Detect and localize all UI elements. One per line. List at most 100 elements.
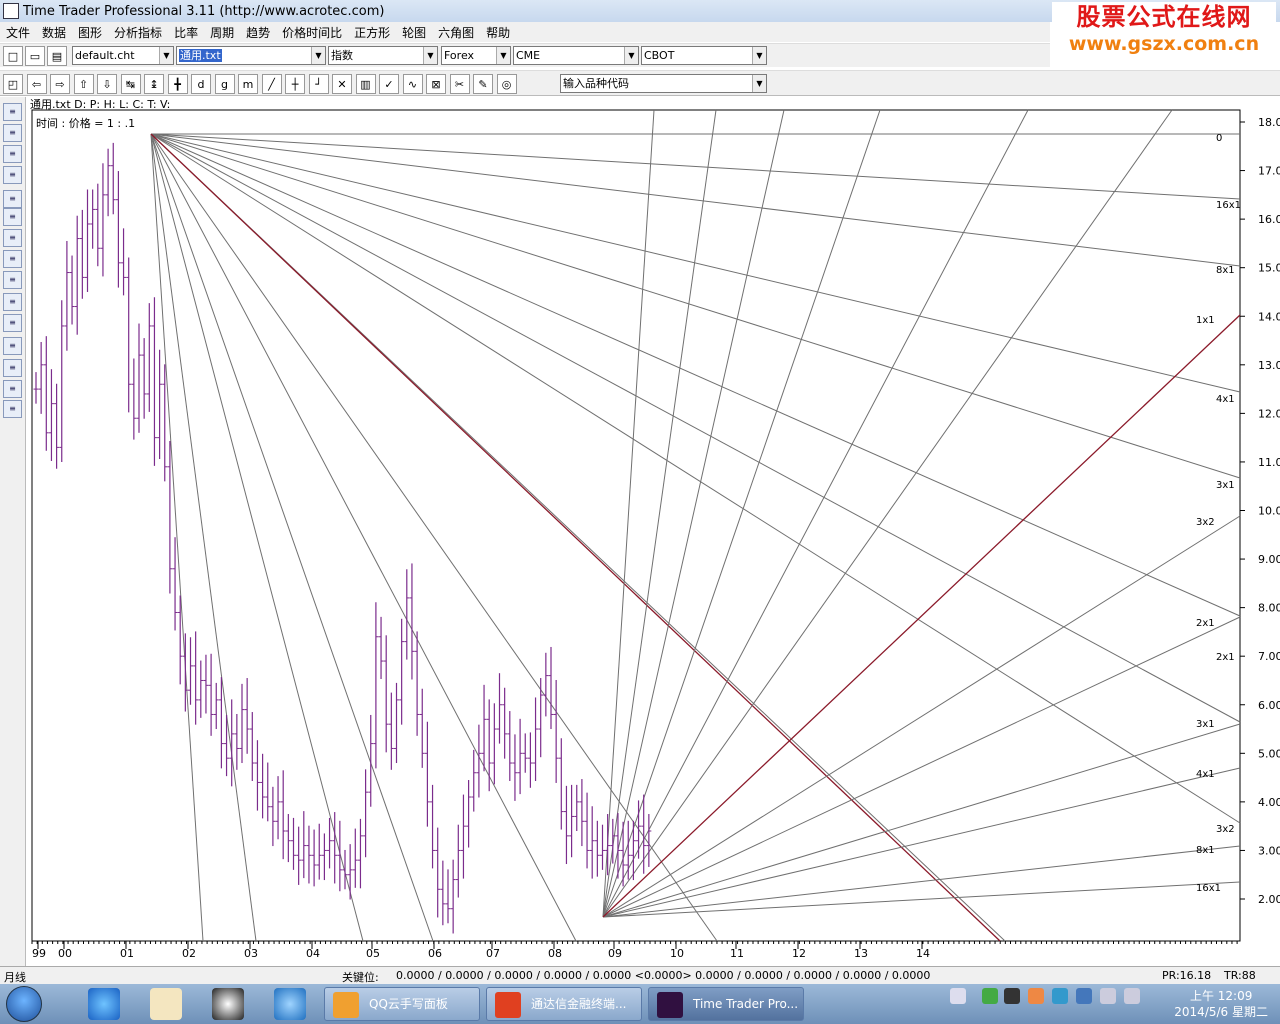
- market-combo-3[interactable]: CBOT ▼: [641, 46, 767, 65]
- menu-item-4[interactable]: 比率: [168, 24, 204, 41]
- data-combo[interactable]: 通用.txt ▼: [176, 46, 326, 65]
- y-tick-label: 5.00: [1258, 747, 1280, 760]
- network-globe-icon[interactable]: [982, 988, 998, 1004]
- cross-icon[interactable]: ✕: [332, 74, 352, 94]
- menu-item-3[interactable]: 分析指标: [108, 24, 168, 41]
- menu-item-8[interactable]: 正方形: [348, 24, 396, 41]
- open-folder-icon[interactable]: ▭: [25, 46, 45, 66]
- crosshair-icon[interactable]: ╋: [167, 74, 188, 94]
- x-tick-label: 04: [306, 947, 320, 960]
- qq-tray-icon[interactable]: [1004, 988, 1020, 1004]
- start-button[interactable]: [6, 986, 42, 1022]
- tool-frame3-icon[interactable]: ≡: [3, 400, 22, 418]
- menu-item-10[interactable]: 六角图: [432, 24, 480, 41]
- fan-label-top: 3x1: [1216, 480, 1235, 491]
- tool-list2-icon[interactable]: ≡: [3, 124, 22, 142]
- gann-fan-chart[interactable]: 18.00 17.00 16.00 15.00 14.00 13.00 12.00 11.00…: [28, 96, 1280, 968]
- task-qq-handwriting[interactable]: QQ云手写面板: [324, 987, 480, 1021]
- task-tongdaxin[interactable]: 通达信金融终端...: [486, 987, 642, 1021]
- task-time-trader[interactable]: Time Trader Pro...: [648, 987, 804, 1021]
- tool-bars1-icon[interactable]: ≡: [3, 208, 22, 226]
- type-combo-value: 指数: [331, 49, 353, 62]
- data-combo-value: 通用.txt: [179, 49, 222, 62]
- market-combo-2[interactable]: CME ▼: [513, 46, 639, 65]
- tool-frame2-icon[interactable]: ≡: [3, 380, 22, 398]
- tool-bars4-icon[interactable]: ≡: [3, 271, 22, 289]
- step-icon[interactable]: ┘: [308, 74, 329, 94]
- zoom-icon[interactable]: ◰: [3, 74, 23, 94]
- tool-list5-icon[interactable]: ≡: [3, 190, 22, 208]
- tool-list1-icon[interactable]: ≡: [3, 103, 22, 121]
- market-combo-1[interactable]: Forex ▼: [441, 46, 511, 65]
- vert-icon[interactable]: ┼: [285, 74, 305, 94]
- bar-icon[interactable]: ▥: [355, 74, 376, 94]
- m-icon[interactable]: m: [238, 74, 258, 94]
- tool-frame1-icon[interactable]: ≡: [3, 359, 22, 377]
- g-icon[interactable]: g: [214, 74, 235, 94]
- pen-icon[interactable]: ✎: [473, 74, 493, 94]
- chevron-down-icon[interactable]: ▼: [423, 47, 437, 64]
- left-toolbox: ≡ ≡ ≡ ≡ ≡ ≡ ≡ ≡ ≡ ≡ ≡ ≡ ≡ ≡ ≡: [0, 97, 26, 967]
- market-combo-2-value: CME: [516, 49, 541, 62]
- left-arrow-icon[interactable]: ⇦: [26, 74, 47, 94]
- erase-icon[interactable]: ✂: [449, 74, 470, 94]
- menu-item-2[interactable]: 图形: [72, 24, 108, 41]
- x-tick-label: 13: [854, 947, 868, 960]
- down-arrow-icon[interactable]: ⇩: [97, 74, 117, 94]
- tool-list4-icon[interactable]: ≡: [3, 166, 22, 184]
- expand-x-icon[interactable]: ↹: [120, 74, 141, 94]
- fan-label-top: 1x1: [1196, 315, 1215, 326]
- tool-bars2-icon[interactable]: ≡: [3, 229, 22, 247]
- system-clock[interactable]: 上午 12:09 2014/5/6 星期二: [1174, 988, 1268, 1020]
- gann-icon[interactable]: ⊠: [426, 74, 446, 94]
- new-file-icon[interactable]: □: [3, 46, 23, 66]
- defender-icon[interactable]: [1076, 988, 1092, 1004]
- chevron-down-icon[interactable]: ▼: [624, 47, 638, 64]
- paint-icon[interactable]: [150, 988, 182, 1020]
- menu-item-9[interactable]: 轮图: [396, 24, 432, 41]
- expand-y-icon[interactable]: ↨: [144, 74, 164, 94]
- tool-line1-icon[interactable]: ≡: [3, 293, 22, 311]
- check-icon[interactable]: ✓: [379, 74, 399, 94]
- display-icon[interactable]: [1100, 988, 1116, 1004]
- line-icon[interactable]: ╱: [261, 74, 282, 94]
- menu-item-6[interactable]: 趋势: [240, 24, 276, 41]
- chevron-down-icon[interactable]: ▼: [159, 47, 173, 64]
- chevron-down-icon[interactable]: ▼: [311, 47, 325, 64]
- market-combo-1-value: Forex: [444, 49, 475, 62]
- print-icon[interactable]: ▤: [47, 46, 67, 66]
- qq-penguin-icon[interactable]: [212, 988, 244, 1020]
- security-shield-icon[interactable]: [1052, 988, 1068, 1004]
- chevron-down-icon[interactable]: ▼: [752, 75, 766, 92]
- d-icon[interactable]: d: [191, 74, 211, 94]
- up-arrow-icon[interactable]: ⇧: [73, 74, 94, 94]
- menu-item-0[interactable]: 文件: [0, 24, 36, 41]
- volume-icon[interactable]: [1124, 988, 1140, 1004]
- menu-item-7[interactable]: 价格时间比: [276, 24, 348, 41]
- x-tick-label: 00: [58, 947, 72, 960]
- file-combo[interactable]: default.cht ▼: [72, 46, 174, 65]
- type-combo[interactable]: 指数 ▼: [328, 46, 438, 65]
- tool-line2-icon[interactable]: ≡: [3, 314, 22, 332]
- browser-tray-icon[interactable]: [1028, 988, 1044, 1004]
- chart-area[interactable]: 18.00 17.00 16.00 15.00 14.00 13.00 12.00 11.00…: [28, 96, 1280, 968]
- x-tick-label: 12: [792, 947, 806, 960]
- tool-bars3-icon[interactable]: ≡: [3, 250, 22, 268]
- menu-item-5[interactable]: 周期: [204, 24, 240, 41]
- ie-icon[interactable]: [88, 988, 120, 1020]
- menu-item-11[interactable]: 帮助: [480, 24, 516, 41]
- tool-list3-icon[interactable]: ≡: [3, 145, 22, 163]
- symbol-combo[interactable]: 输入品种代码 ▼: [560, 74, 767, 93]
- right-arrow-icon[interactable]: ⇨: [50, 74, 70, 94]
- cycle-icon[interactable]: ◎: [496, 74, 517, 94]
- fan-label-bottom: 8x1: [1196, 845, 1215, 856]
- wave-icon[interactable]: ∿: [402, 74, 423, 94]
- tool-pen-icon[interactable]: ≡: [3, 337, 22, 355]
- menu-item-1[interactable]: 数据: [36, 24, 72, 41]
- clock-time: 上午 12:09: [1189, 989, 1253, 1003]
- task-label: 通达信金融终端...: [531, 997, 627, 1011]
- chevron-down-icon[interactable]: ▼: [752, 47, 766, 64]
- keyboard-icon[interactable]: [950, 988, 966, 1004]
- bird-app-icon[interactable]: [274, 988, 306, 1020]
- chevron-down-icon[interactable]: ▼: [496, 47, 510, 64]
